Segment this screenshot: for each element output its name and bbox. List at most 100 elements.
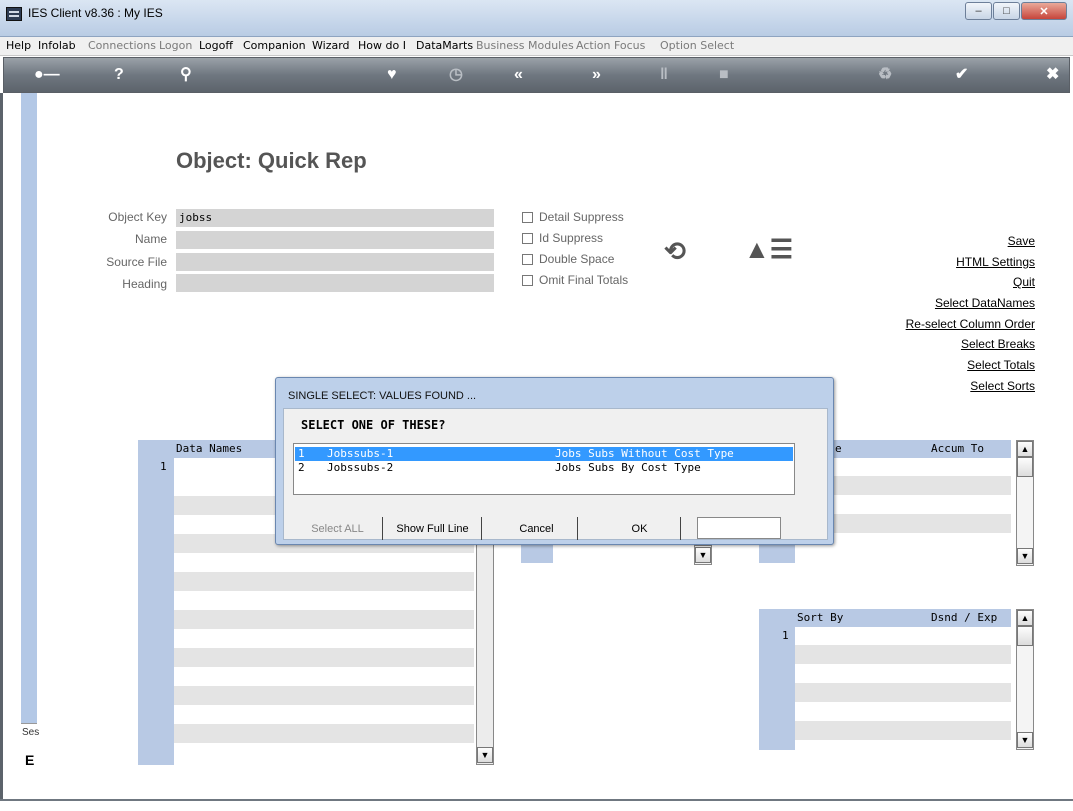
menu-action-focus[interactable]: Action Focus <box>576 39 645 52</box>
dialog-input[interactable] <box>697 517 781 539</box>
scroll-down-button[interactable]: ▼ <box>1017 732 1033 748</box>
maximize-button[interactable]: □ <box>993 2 1020 20</box>
refresh-icon[interactable]: ⟲ <box>664 236 686 267</box>
ok-button[interactable]: OK <box>599 517 681 540</box>
item-number: 2 <box>298 461 305 474</box>
heading-label: Heading <box>122 277 167 291</box>
pause-icon[interactable]: ‖ <box>660 67 668 83</box>
name-field[interactable] <box>176 231 494 249</box>
close-icon[interactable]: ✖ <box>1046 67 1059 83</box>
dsnd-exp-header: Dsnd / Exp <box>931 611 998 624</box>
grid-stripe <box>174 648 474 667</box>
select-all-button[interactable]: Select ALL <box>293 517 383 540</box>
menu-infolab[interactable]: Infolab <box>38 39 76 52</box>
menu-help[interactable]: Help <box>6 39 31 52</box>
values-listbox[interactable]: 1 Jobssubs-1 Jobs Subs Without Cost Type… <box>293 443 795 495</box>
quit-link[interactable]: Quit <box>1013 275 1035 289</box>
toolbar: ●— ? ⚲ ♥ ◷ « » ‖ ■ ♻ ✔ ✖ <box>3 57 1070 93</box>
select-totals-link[interactable]: Select Totals <box>967 358 1035 372</box>
grid-stripe <box>795 721 1011 740</box>
id-suppress-checkbox[interactable]: Id Suppress <box>522 231 603 245</box>
source-file-field[interactable] <box>176 253 494 271</box>
session-mark: E <box>25 752 35 768</box>
detail-suppress-label: Detail Suppress <box>539 210 624 224</box>
breaks-scrollbar[interactable]: ▼ <box>694 545 712 565</box>
window-left-edge <box>0 93 3 800</box>
item-code: Jobssubs-2 <box>327 461 394 474</box>
grid-stripe <box>174 724 474 743</box>
data-names-row-column <box>138 440 174 765</box>
select-sorts-link[interactable]: Select Sorts <box>970 379 1035 393</box>
detail-suppress-checkbox[interactable]: Detail Suppress <box>522 210 624 224</box>
scroll-thumb[interactable] <box>1017 626 1033 646</box>
html-settings-link[interactable]: HTML Settings <box>956 255 1035 269</box>
select-datanames-link[interactable]: Select DataNames <box>935 296 1035 310</box>
scroll-down-button[interactable]: ▼ <box>477 747 493 763</box>
key-icon[interactable]: ●— <box>34 67 60 83</box>
menu-how-do-i[interactable]: How do I <box>358 39 406 52</box>
grid-stripe <box>174 686 474 705</box>
double-space-label: Double Space <box>539 252 615 266</box>
check-icon[interactable]: ✔ <box>955 67 968 83</box>
source-file-label: Source File <box>106 255 167 269</box>
save-link[interactable]: Save <box>1008 234 1035 248</box>
checkbox-box[interactable] <box>522 211 533 223</box>
totals-scrollbar[interactable]: ▲ ▼ <box>1016 440 1034 566</box>
select-breaks-link[interactable]: Select Breaks <box>961 337 1035 351</box>
recycle-icon[interactable]: ♻ <box>878 67 892 83</box>
scroll-up-button[interactable]: ▲ <box>1017 441 1033 457</box>
title-bar: IES Client v8.36 : My IES – □ ✕ <box>0 0 1073 37</box>
scroll-down-button[interactable]: ▼ <box>1017 548 1033 564</box>
checkbox-box[interactable] <box>522 253 533 265</box>
search-icon[interactable]: ⚲ <box>180 67 192 83</box>
sort-row-number: 1 <box>782 629 789 642</box>
item-description: Jobs Subs Without Cost Type <box>555 447 734 460</box>
double-space-checkbox[interactable]: Double Space <box>522 252 614 266</box>
item-number: 1 <box>298 447 305 460</box>
fire-icon[interactable]: ▲☰ <box>744 234 793 265</box>
window-close-button[interactable]: ✕ <box>1021 2 1067 20</box>
left-sidebar-strip <box>21 93 37 800</box>
object-key-field[interactable]: jobss <box>176 209 494 227</box>
dialog-body: SELECT ONE OF THESE? 1 Jobssubs-1 Jobs S… <box>283 408 828 540</box>
sort-scrollbar[interactable]: ▲ ▼ <box>1016 609 1034 750</box>
checkbox-box[interactable] <box>522 274 533 286</box>
menu-logoff[interactable]: Logoff <box>199 39 233 52</box>
checkbox-box[interactable] <box>522 232 533 244</box>
reselect-column-order-link[interactable]: Re-select Column Order <box>906 317 1035 331</box>
scroll-thumb[interactable] <box>1017 457 1033 477</box>
totals-header-partial: e <box>835 442 842 455</box>
menu-wizard[interactable]: Wizard <box>312 39 350 52</box>
menu-companion[interactable]: Companion <box>243 39 306 52</box>
scroll-up-button[interactable]: ▲ <box>1017 610 1033 626</box>
minimize-button[interactable]: – <box>965 2 992 20</box>
dialog-prompt: SELECT ONE OF THESE? <box>301 418 446 432</box>
item-code: Jobssubs-1 <box>327 447 394 460</box>
menu-option-select[interactable]: Option Select <box>660 39 734 52</box>
heart-icon[interactable]: ♥ <box>387 67 397 83</box>
heading-field[interactable] <box>176 274 494 292</box>
session-box: Ses E <box>21 723 39 800</box>
menu-datamarts[interactable]: DataMarts <box>416 39 473 52</box>
scroll-down-button[interactable]: ▼ <box>695 547 711 563</box>
list-item[interactable]: 2 Jobssubs-2 Jobs Subs By Cost Type <box>295 461 793 475</box>
help-icon[interactable]: ? <box>114 67 124 83</box>
list-item[interactable]: 1 Jobssubs-1 Jobs Subs Without Cost Type <box>295 447 793 461</box>
dialog-title: SINGLE SELECT: VALUES FOUND ... <box>288 390 477 402</box>
menu-connections[interactable]: Connections <box>88 39 156 52</box>
cancel-button[interactable]: Cancel <box>496 517 578 540</box>
window-bottom-edge <box>0 799 1073 801</box>
menu-bar: Help Infolab Connections Logon Logoff Co… <box>0 37 1073 56</box>
clock-icon[interactable]: ◷ <box>449 67 463 83</box>
menu-logon[interactable]: Logon <box>159 39 192 52</box>
show-full-line-button[interactable]: Show Full Line <box>384 517 482 540</box>
window-title: IES Client v8.36 : My IES <box>28 6 163 20</box>
forward-icon[interactable]: » <box>592 67 601 83</box>
omit-final-totals-checkbox[interactable]: Omit Final Totals <box>522 273 628 287</box>
grid-stripe <box>174 572 474 591</box>
menu-business-modules[interactable]: Business Modules <box>476 39 574 52</box>
rewind-icon[interactable]: « <box>514 67 523 83</box>
stop-icon[interactable]: ■ <box>719 67 729 83</box>
sort-by-header: Sort By <box>797 611 844 624</box>
app-icon <box>6 7 22 21</box>
